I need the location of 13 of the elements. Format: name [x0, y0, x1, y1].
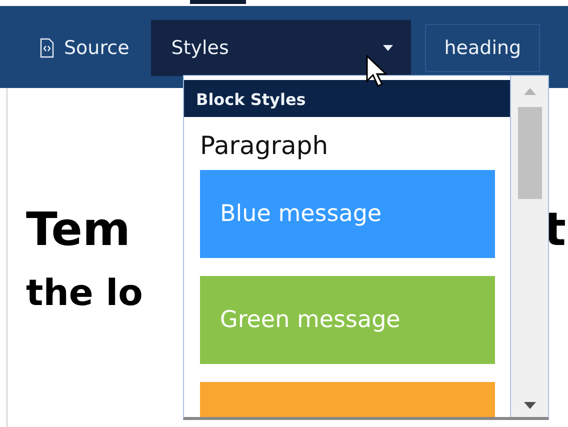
- caret-icon: [383, 45, 394, 51]
- styles-dropdown[interactable]: Styles: [151, 20, 412, 76]
- source-file-icon: [40, 38, 54, 58]
- subheading-text: the lo: [26, 272, 144, 314]
- menu-group-title: Block Styles: [184, 80, 510, 117]
- scrollbar-thumb[interactable]: [518, 107, 542, 199]
- heading-text: Tem: [26, 204, 130, 255]
- paragraph-style-item[interactable]: Paragraph: [184, 117, 510, 170]
- format-dropdown[interactable]: heading: [425, 24, 540, 72]
- scroll-down-icon[interactable]: [524, 402, 536, 409]
- scrollbar[interactable]: [511, 76, 548, 417]
- tab-indicator: [190, 0, 246, 4]
- source-button[interactable]: Source: [30, 20, 140, 76]
